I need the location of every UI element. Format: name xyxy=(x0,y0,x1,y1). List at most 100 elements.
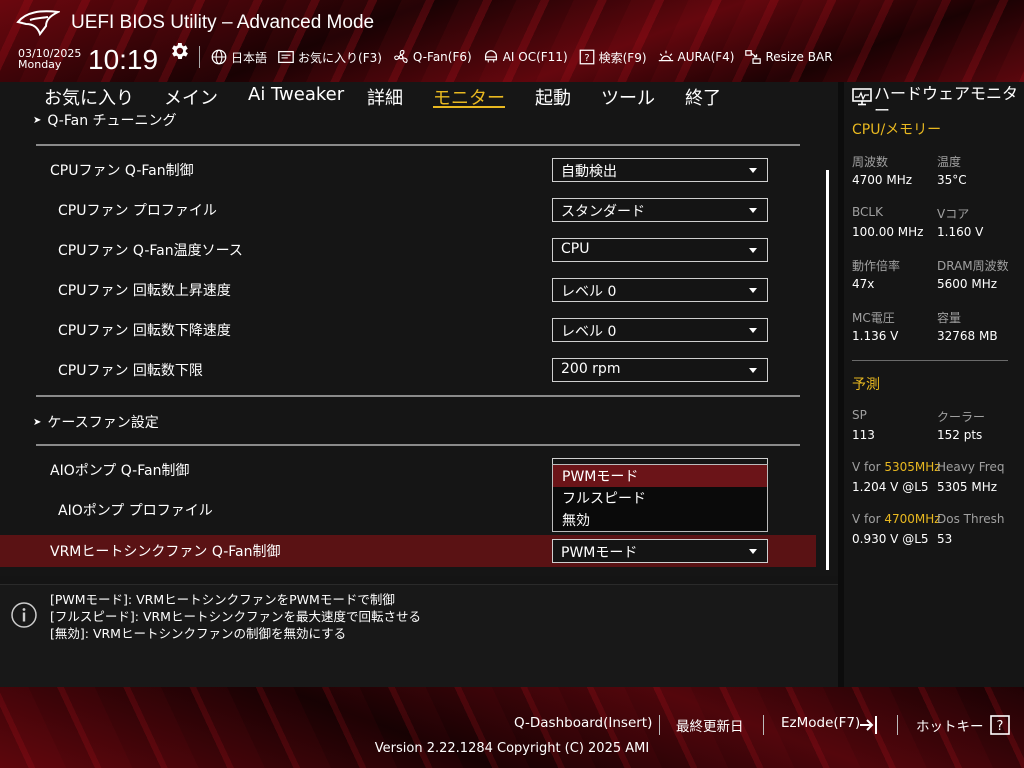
section-case-fan[interactable]: ➤ ケースファン設定 xyxy=(33,412,159,432)
hw-value-heavy-freq: 5305 MHz xyxy=(937,480,998,494)
v-for-low-freq: 4700MHz xyxy=(884,512,941,526)
time-display: 10:19 xyxy=(88,44,159,75)
footer-bar: Q-Dashboard(Insert) 最終更新日 EzMode(F7) ホット… xyxy=(0,687,1024,768)
hw-value-capacity: 32768 MB xyxy=(937,329,998,343)
search-label: 検索(F9) xyxy=(598,50,647,65)
hw-value-dos-thresh: 53 xyxy=(937,532,953,546)
hw-value-ratio: 47x xyxy=(852,277,875,291)
section-qfan-label: Q-Fan チューニング xyxy=(47,113,177,129)
hw-monitor-title: ハードウェアモニター xyxy=(874,84,1019,120)
search-help-icon: ? xyxy=(579,49,595,65)
qfan-button[interactable]: Q-Fan(F6) xyxy=(392,48,472,66)
aura-button[interactable]: AURA(F4) xyxy=(657,48,735,66)
hw-label-dram-freq: DRAM周波数 xyxy=(937,259,1009,273)
v-for-prefix: V for xyxy=(852,460,885,474)
hw-value-sp: 113 xyxy=(852,428,875,442)
expand-arrow-icon: ➤ xyxy=(33,416,42,428)
last-modified-button[interactable]: 最終更新日 xyxy=(676,715,744,735)
hw-divider xyxy=(852,360,1008,361)
dropdown-cpu-min-speed[interactable]: 200 rpm xyxy=(552,358,768,382)
setting-label-aio-pump-control: AIOポンプ Q-Fan制御 xyxy=(50,463,190,479)
hw-section-prediction: 予測 xyxy=(852,377,880,393)
settings-panel: ➤ Q-Fan チューニング CPUファン Q-Fan制御 自動検出 CPUファ… xyxy=(0,110,838,576)
option-disabled[interactable]: 無効 xyxy=(553,509,767,531)
ezmode-button[interactable]: EzMode(F7) xyxy=(781,715,860,731)
dropdown-value: 自動検出 xyxy=(561,164,617,180)
dropdown-cpu-fan-profile[interactable]: スタンダード xyxy=(552,198,768,222)
svg-text:?: ? xyxy=(584,53,589,64)
dropdown-cpu-step-down[interactable]: レベル 0 xyxy=(552,318,768,342)
fan-icon xyxy=(394,49,408,63)
setting-label-cpu-step-up: CPUファン 回転数上昇速度 xyxy=(58,283,231,299)
hotkeys-button[interactable]: ホットキー xyxy=(916,715,984,735)
dropdown-cpu-qfan-control[interactable]: 自動検出 xyxy=(552,158,768,182)
date-display: 03/10/2025 Monday xyxy=(18,48,81,70)
tab-exit[interactable]: 終了 xyxy=(685,84,721,110)
hw-label-sp: SP xyxy=(852,408,867,422)
hw-value-vcore: 1.160 V xyxy=(937,225,984,239)
expand-arrow-icon: ➤ xyxy=(33,114,42,126)
caret-down-icon xyxy=(749,549,757,554)
ezmode-exit-icon xyxy=(860,716,877,734)
language-label: 日本語 xyxy=(231,50,268,65)
aura-label: AURA(F4) xyxy=(677,50,735,64)
tab-tool[interactable]: ツール xyxy=(601,84,655,110)
aura-icon xyxy=(658,50,673,62)
dropdown-value: スタンダード xyxy=(561,204,645,220)
header-bar: UEFI BIOS Utility – Advanced Mode 03/10/… xyxy=(0,0,1024,82)
footer-separator xyxy=(763,715,764,735)
favorites-button[interactable]: お気に入り(F3) xyxy=(277,48,382,66)
tab-main[interactable]: メイン xyxy=(164,84,218,110)
active-tab-indicator xyxy=(433,106,505,108)
resize-bar-button[interactable]: Resize BAR xyxy=(744,48,833,66)
dropdown-value: CPU xyxy=(561,241,590,257)
tab-advanced[interactable]: 詳細 xyxy=(367,84,403,110)
hw-label-cooler: クーラー xyxy=(937,410,986,424)
help-text-line: [無効]: VRMヒートシンクファンの制御を無効にする xyxy=(50,626,347,641)
resize-bar-label: Resize BAR xyxy=(765,50,833,64)
weekday-text: Monday xyxy=(18,58,62,71)
hw-label-dos-thresh: Dos Thresh xyxy=(937,512,1005,526)
dropdown-cpu-step-up[interactable]: レベル 0 xyxy=(552,278,768,302)
search-button[interactable]: ? 検索(F9) xyxy=(578,48,647,66)
section-qfan-tuning[interactable]: ➤ Q-Fan チューニング xyxy=(33,110,177,130)
qdashboard-button[interactable]: Q-Dashboard(Insert) xyxy=(514,715,652,731)
ai-oc-icon xyxy=(484,50,497,63)
resize-bar-icon xyxy=(745,50,762,64)
tab-favorites[interactable]: お気に入り xyxy=(44,84,134,110)
info-icon xyxy=(11,602,37,628)
ai-oc-label: AI OC(F11) xyxy=(502,50,568,64)
v-for-high-freq: 5305MHz xyxy=(884,460,941,474)
setting-label-cpu-qfan-control: CPUファン Q-Fan制御 xyxy=(50,163,194,179)
hardware-monitor-panel: ハードウェアモニター CPU/メモリー 周波数 4700 MHz 温度 35°C… xyxy=(844,82,1024,687)
version-text: Version 2.22.1284 Copyright (C) 2025 AMI xyxy=(374,741,650,756)
hw-label-heavy-freq: Heavy Freq xyxy=(937,460,1005,474)
hw-value-temperature: 35°C xyxy=(937,173,967,187)
tab-boot[interactable]: 起動 xyxy=(535,84,571,110)
dropdown-vrm-fan-control[interactable]: PWMモード xyxy=(552,539,768,563)
language-button[interactable]: 日本語 xyxy=(210,48,267,66)
hw-value-frequency: 4700 MHz xyxy=(852,173,913,187)
dropdown-cpu-temp-source[interactable]: CPU xyxy=(552,238,768,262)
app-title: UEFI BIOS Utility – Advanced Mode xyxy=(71,12,375,33)
settings-gear-icon[interactable] xyxy=(168,40,190,62)
tab-ai-tweaker[interactable]: Ai Tweaker xyxy=(248,84,344,105)
monitor-icon xyxy=(852,88,872,106)
divider xyxy=(36,395,800,397)
divider xyxy=(36,144,800,146)
header-toolbar: 日本語 お気に入り(F3) Q-Fan(F6) AI OC(F11) ? 検索(… xyxy=(210,47,833,67)
hw-label-v-for-high: V for 5305MHz xyxy=(852,460,941,474)
qfan-label: Q-Fan(F6) xyxy=(412,50,472,64)
caret-down-icon xyxy=(749,208,757,213)
v-for-prefix: V for xyxy=(852,512,885,526)
ai-oc-button[interactable]: AI OC(F11) xyxy=(482,48,568,66)
hotkeys-help-icon: ? xyxy=(990,715,1010,735)
option-full-speed[interactable]: フルスピード xyxy=(553,487,767,509)
hw-label-frequency: 周波数 xyxy=(852,155,889,169)
option-pwm-mode[interactable]: PWMモード xyxy=(553,465,767,487)
scrollbar[interactable] xyxy=(826,170,829,570)
hw-label-vcore: Vコア xyxy=(937,207,970,221)
setting-label-aio-pump-profile: AIOポンプ プロファイル xyxy=(58,503,213,519)
footer-separator xyxy=(897,715,898,735)
hw-label-ratio: 動作倍率 xyxy=(852,259,901,273)
